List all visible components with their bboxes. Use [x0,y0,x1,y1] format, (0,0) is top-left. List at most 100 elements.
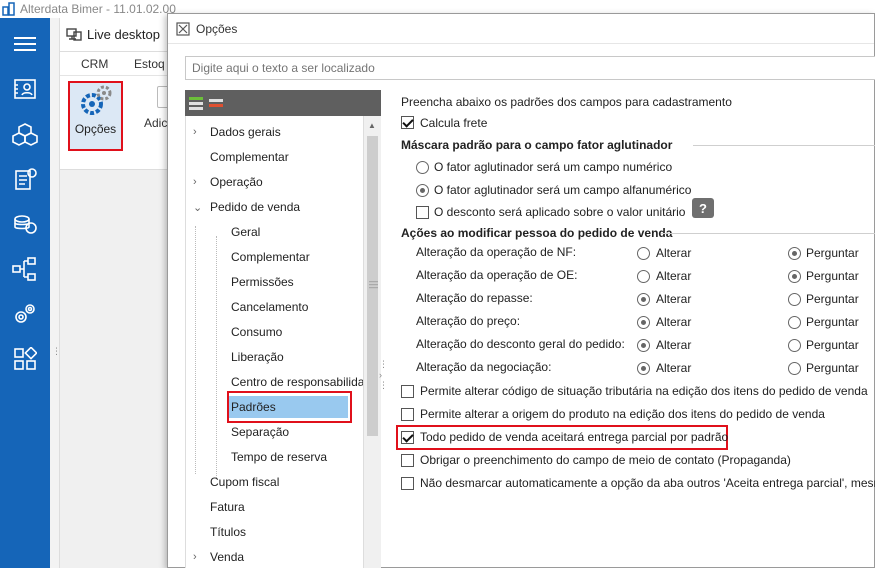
alterar-label: Alterar [656,315,692,329]
perguntar-radio[interactable] [788,316,801,329]
tree-item-operacao[interactable]: › Operação [193,171,263,193]
tree-item-pedido-de-venda[interactable]: ⌄ Pedido de venda [193,196,300,218]
tree-item-liberacao[interactable]: Liberação [231,346,284,368]
alterar-radio[interactable] [637,270,650,283]
tree-item-titulos[interactable]: Títulos [210,521,246,543]
settings-gears-icon[interactable] [11,300,39,328]
background-ribbon: Opções Adic [60,76,175,170]
apps-grid-icon[interactable] [11,345,39,373]
sidebar [0,18,50,568]
tree-item-cancelamento[interactable]: Cancelamento [231,296,308,318]
tree-item-consumo[interactable]: Consumo [231,321,282,343]
desconto-unitario-label: O desconto será aplicado sobre o valor u… [434,205,686,219]
search-input[interactable] [185,56,875,80]
options-panel: Preencha abaixo os padrões dos campos pa… [381,90,875,568]
alterar-radio[interactable] [637,339,650,352]
options-tree: › Dados gerais Complementar › Operação ⌄ Pe… [185,116,363,568]
collapse-icon[interactable]: ⌄ [193,201,203,214]
coins-icon[interactable] [11,210,39,238]
dialog-titlebar: Opções [168,14,874,44]
fator-alfanumerico-radio[interactable] [416,184,429,197]
meio-contato-label: Obrigar o preenchimento do campo de meio… [420,453,791,467]
calcula-frete-checkbox[interactable] [401,116,414,129]
alterar-radio[interactable] [637,362,650,375]
acoes-heading: Ações ao modificar pessoa do pedido de v… [401,226,673,240]
tree-item-separacao[interactable]: Separação [231,421,289,443]
tree-item-complementar[interactable]: Complementar [210,146,289,168]
tree-item-venda[interactable]: › Venda [193,546,244,568]
expand-icon[interactable]: › [193,126,203,138]
tab-live-desktop[interactable]: Live desktop [66,26,160,42]
opcoes-button[interactable]: Opções [68,81,123,151]
intro-text: Preencha abaixo os padrões dos campos pa… [401,95,732,109]
tree-item-complementar-pv[interactable]: Complementar [231,246,310,268]
tree-item-centro-de-responsabilidade[interactable]: Centro de responsabilida [231,371,363,393]
highlight-box [227,391,352,423]
alterar-cst-checkbox[interactable] [401,385,414,398]
perguntar-radio[interactable] [788,339,801,352]
contacts-icon[interactable] [11,75,39,103]
menu-crm[interactable]: CRM [81,57,108,71]
options-dialog: Opções ›Dados gerais Complementar ›Opera… [167,13,875,568]
scroll-up-icon[interactable]: ▲ [368,121,376,130]
menu-estoque[interactable]: Estoq [134,57,165,71]
entrega-parcial-checkbox[interactable] [401,431,414,444]
scroll-grip-icon: — — — [369,276,378,292]
tree-item-cupom-fiscal[interactable]: Cupom fiscal [210,471,279,493]
app-logo-icon [2,2,15,16]
perguntar-label: Perguntar [806,315,859,329]
acao-label: Alteração da operação de NF: [416,245,577,259]
network-icon[interactable] [11,255,39,283]
entrega-parcial-label: Todo pedido de venda aceitará entrega pa… [420,430,729,444]
acao-label: Alteração do desconto geral do pedido: [416,337,625,351]
menu-icon[interactable] [11,30,39,58]
perguntar-radio[interactable] [788,247,801,260]
tree-guide [216,236,217,478]
meio-contato-checkbox[interactable] [401,454,414,467]
tab-label: Live desktop [87,26,160,42]
alterar-origem-label: Permite alterar a origem do produto na e… [420,407,825,421]
alterar-radio[interactable] [637,316,650,329]
collapse-all-icon[interactable] [209,96,223,110]
group-divider [661,233,875,234]
mascara-heading: Máscara padrão para o campo fator agluti… [401,138,673,152]
alterar-cst-label: Permite alterar código de situação tribu… [420,384,868,398]
acao-label: Alteração do preço: [416,314,521,328]
acao-label: Alteração da negociação: [416,360,552,374]
expand-icon[interactable]: › [193,176,203,188]
nao-desmarcar-label: Não desmarcar automaticamente a opção da… [420,476,875,490]
opcoes-label: Opções [74,122,117,136]
tree-scrollbar[interactable]: ▲ — — — [363,116,381,568]
tree-item-fatura[interactable]: Fatura [210,496,245,518]
alterar-origem-checkbox[interactable] [401,408,414,421]
perguntar-radio[interactable] [788,293,801,306]
tree-item-geral[interactable]: Geral [231,221,260,243]
tree-toolbar [185,90,381,116]
fator-numerico-radio[interactable] [416,161,429,174]
perguntar-radio[interactable] [788,362,801,375]
tree-item-permissoes[interactable]: Permissões [231,271,294,293]
tree-item-tempo-de-reserva[interactable]: Tempo de reserva [231,446,327,468]
perguntar-radio[interactable] [788,270,801,283]
alterar-label: Alterar [656,269,692,283]
acao-label: Alteração do repasse: [416,291,533,305]
perguntar-label: Perguntar [806,292,859,306]
live-desktop-icon [66,28,82,41]
alterar-radio[interactable] [637,293,650,306]
expand-all-icon[interactable] [189,96,203,110]
nao-desmarcar-checkbox[interactable] [401,477,414,490]
background-body [60,170,175,568]
invoice-icon[interactable] [11,165,39,193]
tree-item-dados-gerais[interactable]: › Dados gerais [193,121,281,143]
sidebar-splitter[interactable]: ⋮ [50,18,61,568]
fator-alfanumerico-label: O fator aglutinador será um campo alfanu… [434,183,692,197]
adic-button[interactable]: Adic [144,116,167,130]
gears-icon [80,85,111,115]
expand-icon[interactable]: › [193,551,203,563]
alterar-radio[interactable] [637,247,650,260]
boxes-icon[interactable] [11,120,39,148]
desconto-unitario-checkbox[interactable] [416,206,429,219]
alterar-label: Alterar [656,292,692,306]
help-icon[interactable]: ? [692,198,714,218]
app-title: Alterdata Bimer - 11.01.02.00 [20,2,176,16]
